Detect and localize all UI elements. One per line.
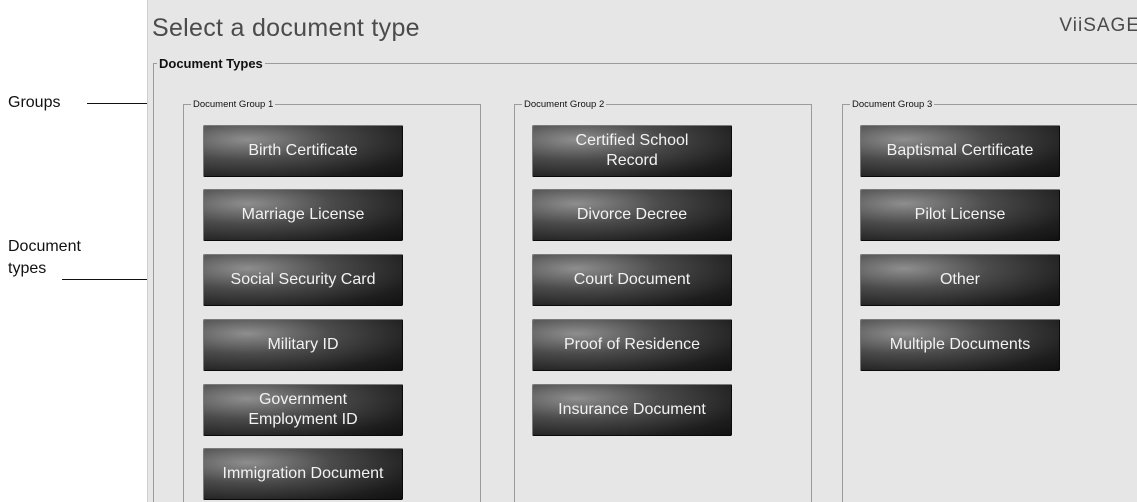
proof-of-residence-button[interactable]: Proof of Residence <box>532 319 732 371</box>
document-group-3-legend: Document Group 3 <box>850 99 935 110</box>
brand-logo: ViiSAGE <box>1059 15 1137 36</box>
birth-certificate-button[interactable]: Birth Certificate <box>203 125 403 177</box>
page-title: Select a document type <box>152 14 420 42</box>
immigration-document-button[interactable]: Immigration Document <box>203 448 403 500</box>
social-security-card-button[interactable]: Social Security Card <box>203 254 403 306</box>
groups-annotation: Groups <box>8 94 61 111</box>
document-type-window: Select a document type ViiSAGE Document … <box>147 0 1137 502</box>
divorce-decree-button[interactable]: Divorce Decree <box>532 189 732 241</box>
court-document-button[interactable]: Court Document <box>532 254 732 306</box>
pilot-license-button[interactable]: Pilot License <box>860 189 1060 241</box>
multiple-documents-button[interactable]: Multiple Documents <box>860 319 1060 371</box>
baptismal-certificate-button[interactable]: Baptismal Certificate <box>860 125 1060 177</box>
certified-school-record-button[interactable]: Certified School Record <box>532 125 732 177</box>
military-id-button[interactable]: Military ID <box>203 319 403 371</box>
marriage-license-button[interactable]: Marriage License <box>203 189 403 241</box>
government-employment-id-button[interactable]: Government Employment ID <box>203 384 403 436</box>
insurance-document-button[interactable]: Insurance Document <box>532 384 732 436</box>
other-button[interactable]: Other <box>860 254 1060 306</box>
document-group-2-legend: Document Group 2 <box>522 99 607 110</box>
document-types-annotation: Document types <box>8 238 81 277</box>
document-types-legend: Document Types <box>157 56 265 71</box>
document-group-1-legend: Document Group 1 <box>191 99 276 110</box>
